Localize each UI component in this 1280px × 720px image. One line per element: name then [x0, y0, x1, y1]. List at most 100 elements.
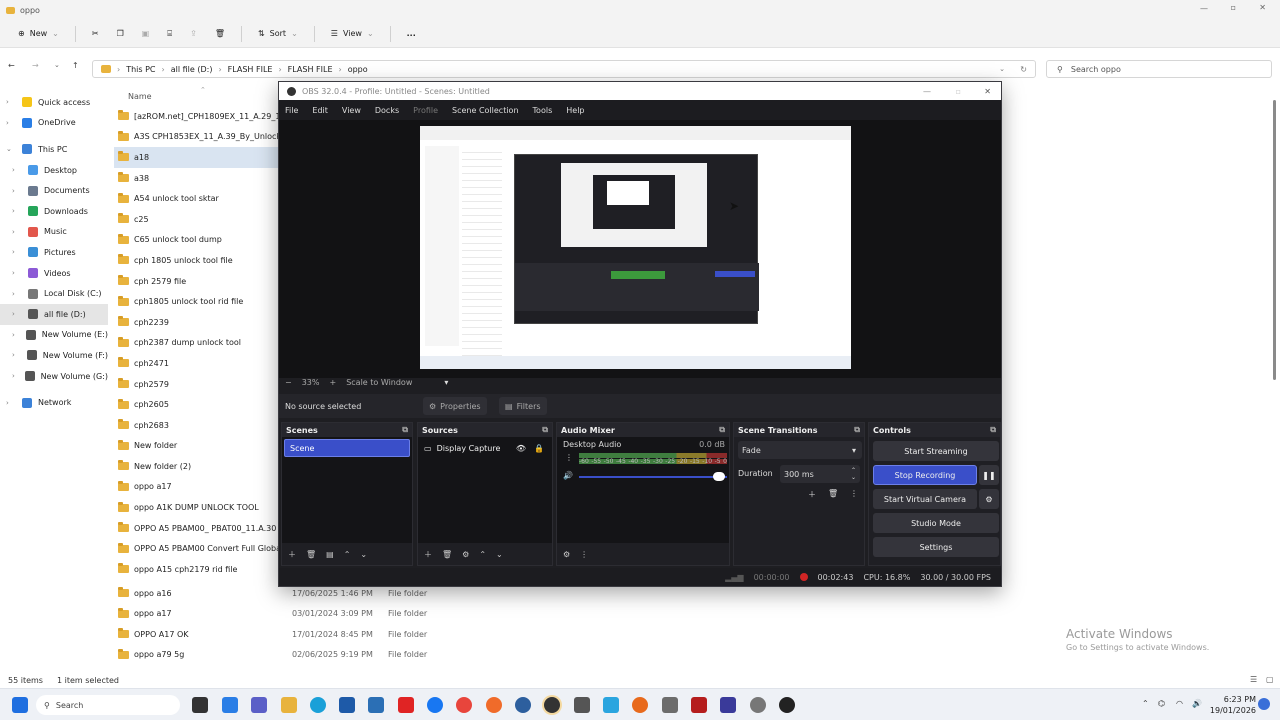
breadcrumb-drive[interactable]: all file (D:)	[171, 65, 213, 74]
breadcrumb-flash-file[interactable]: FLASH FILE	[228, 65, 273, 74]
undock-icon[interactable]: ⧉	[402, 425, 408, 435]
column-header-name[interactable]: Name	[114, 86, 279, 106]
undock-icon[interactable]: ⧉	[719, 425, 725, 435]
move-down-icon[interactable]: ⌄	[360, 550, 367, 559]
trash-icon[interactable]: 🗑	[442, 550, 452, 559]
rename-button[interactable]: ⌸	[161, 23, 178, 45]
obs-icon[interactable]	[544, 697, 560, 713]
preview-canvas[interactable]: ➤	[420, 126, 851, 369]
scene-item[interactable]: Scene	[284, 439, 410, 457]
file-row[interactable]: cph2579	[114, 374, 279, 395]
expand-chevron-icon[interactable]: ›	[12, 248, 22, 256]
nav-item[interactable]: › Quick access	[0, 92, 108, 113]
nav-item[interactable]: › Videos	[0, 263, 108, 284]
lock-icon[interactable]: 🔒	[534, 444, 544, 453]
volume-slider[interactable]	[579, 476, 727, 478]
nav-item[interactable]: ⌄ This PC	[0, 139, 108, 160]
menu-help[interactable]: Help	[566, 106, 584, 115]
taskbar-search[interactable]: ⚲ Search	[36, 695, 180, 715]
minimize-icon[interactable]: —	[923, 87, 931, 96]
filters-button[interactable]: ▤ Filters	[499, 397, 547, 415]
file-row[interactable]: oppo a79 5g 02/06/2025 9:19 PM File folder	[114, 645, 434, 665]
start-streaming-button[interactable]: Start Streaming	[873, 441, 999, 461]
wifi-icon[interactable]: ◠	[1176, 699, 1183, 708]
menu-profile[interactable]: Profile	[413, 106, 438, 115]
nav-item[interactable]: › OneDrive	[0, 113, 108, 134]
file-row[interactable]: a38	[114, 168, 279, 189]
nav-item[interactable]: › New Volume (G:)	[0, 366, 108, 387]
file-row[interactable]: OPPO A5 PBAM00_ PBAT00_11.A.30 Con...	[114, 518, 279, 539]
expand-chevron-icon[interactable]: ›	[12, 207, 22, 215]
youtube-icon[interactable]	[398, 697, 414, 713]
undock-icon[interactable]: ⧉	[854, 425, 860, 435]
notification-icon[interactable]	[1258, 698, 1270, 710]
source-item[interactable]: ▭ Display Capture 👁 🔒	[418, 439, 552, 457]
file-row[interactable]: cph2387 dump unlock tool	[114, 333, 279, 354]
app-icon[interactable]	[691, 697, 707, 713]
menu-view[interactable]: View	[342, 106, 361, 115]
file-row[interactable]: OPPO A17 OK 17/01/2024 8:45 PM File folder	[114, 624, 434, 644]
move-up-icon[interactable]: ⌃	[344, 550, 351, 559]
undock-icon[interactable]: ⧉	[990, 425, 996, 435]
file-row[interactable]: oppo A15 cph2179 rid file	[114, 559, 279, 580]
transition-menu-icon[interactable]: ⋮	[850, 489, 858, 498]
nav-item[interactable]: › Documents	[0, 180, 108, 201]
file-row[interactable]: cph2605	[114, 394, 279, 415]
trash-icon[interactable]: 🗑	[306, 550, 316, 559]
transition-select[interactable]: Fade ▾	[738, 441, 862, 459]
file-row[interactable]: c25	[114, 209, 279, 230]
app-icon[interactable]	[486, 697, 502, 713]
file-row[interactable]: oppo A1K DUMP UNLOCK TOOL	[114, 497, 279, 518]
gear-icon[interactable]: ⚙	[462, 550, 469, 559]
menu-edit[interactable]: Edit	[312, 106, 328, 115]
settings-icon[interactable]	[750, 697, 766, 713]
scrollbar[interactable]	[1273, 100, 1276, 380]
file-row[interactable]: A54 unlock tool sktar	[114, 188, 279, 209]
chrome-icon[interactable]	[456, 697, 472, 713]
file-row[interactable]: cph2683	[114, 415, 279, 436]
file-row[interactable]: C65 unlock tool dump	[114, 230, 279, 251]
menu-file[interactable]: File	[285, 106, 298, 115]
stepper-icon[interactable]: ⌃ ⌄	[851, 467, 856, 481]
app-icon[interactable]	[515, 697, 531, 713]
start-icon[interactable]	[12, 697, 28, 713]
advanced-audio-icon[interactable]: ⚙	[563, 550, 570, 559]
nav-item[interactable]: › all file (D:)	[0, 303, 108, 325]
filter-icon[interactable]: ▤	[326, 550, 334, 559]
nav-item[interactable]: › Network	[0, 392, 108, 413]
address-bar[interactable]: › This PC › all file (D:) › FLASH FILE › FL…	[92, 60, 1036, 78]
expand-chevron-icon[interactable]: ›	[6, 119, 16, 127]
task-view-icon[interactable]	[192, 697, 208, 713]
share-button[interactable]: ⇪	[184, 23, 203, 45]
mixer-menu-icon[interactable]: ⋮	[580, 550, 588, 559]
telegram-icon[interactable]	[603, 697, 619, 713]
cut-button[interactable]: ✂	[86, 23, 105, 45]
menu-tools[interactable]: Tools	[533, 106, 553, 115]
move-down-icon[interactable]: ⌄	[496, 550, 503, 559]
app-icon[interactable]	[368, 697, 384, 713]
app-icon[interactable]	[662, 697, 678, 713]
settings-button[interactable]: Settings	[873, 537, 999, 557]
new-button[interactable]: ⊕ New ⌄	[12, 23, 65, 45]
zoom-out-icon[interactable]: −	[285, 378, 292, 387]
tiles-view-icon[interactable]: ▢	[1266, 675, 1274, 684]
nav-item[interactable]: › New Volume (E:)	[0, 325, 108, 346]
app-icon[interactable]	[632, 697, 648, 713]
track-menu-icon[interactable]: ⋮	[565, 453, 573, 462]
volume-slider-handle[interactable]	[713, 472, 725, 481]
file-row[interactable]: OPPO A5 PBAM00 Convert Full Global R...	[114, 538, 279, 559]
file-row[interactable]: oppo a17	[114, 477, 279, 498]
menu-scene-collection[interactable]: Scene Collection	[452, 106, 519, 115]
search-input[interactable]: Search oppo	[1071, 65, 1121, 74]
expand-chevron-icon[interactable]: ›	[12, 310, 22, 318]
nav-item[interactable]: › Desktop	[0, 160, 108, 181]
refresh-icon[interactable]: ↻	[1020, 65, 1027, 74]
widgets-icon[interactable]	[222, 697, 238, 713]
scale-to-window-button[interactable]: Scale to Window	[346, 378, 412, 387]
sort-button[interactable]: ⇅ Sort ⌄	[252, 23, 304, 45]
studio-mode-button[interactable]: Studio Mode	[873, 513, 999, 533]
file-row[interactable]: [azROM.net]_CPH1809EX_11_A.29_19120...	[114, 106, 279, 127]
file-row[interactable]: New folder (2)	[114, 456, 279, 477]
more-button[interactable]: ...	[401, 23, 422, 45]
nav-item[interactable]: › Local Disk (C:)	[0, 283, 108, 304]
